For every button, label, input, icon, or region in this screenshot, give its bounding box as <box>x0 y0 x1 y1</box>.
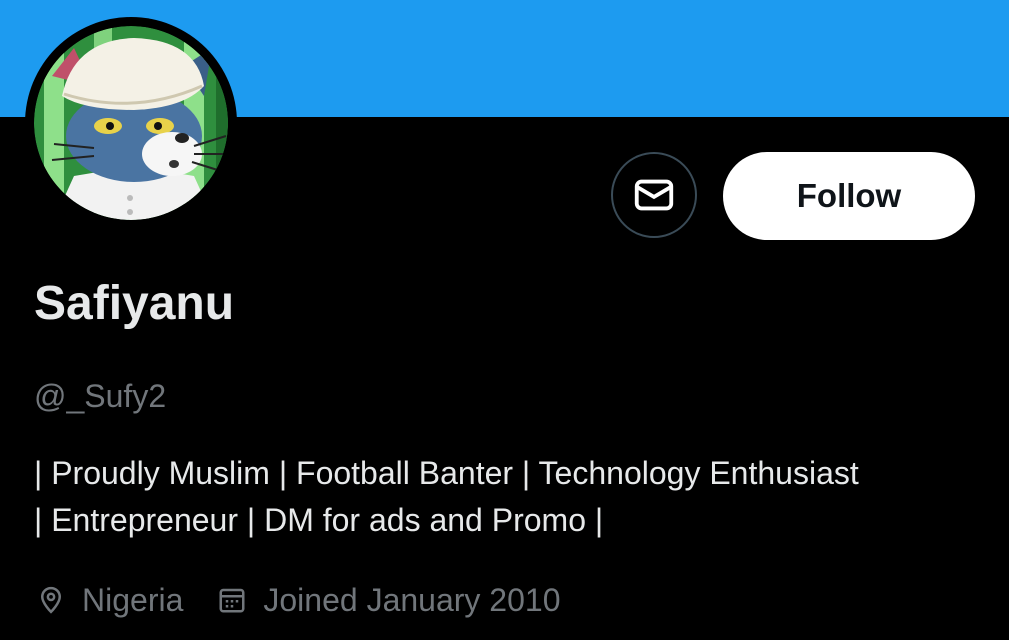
message-button[interactable] <box>611 152 697 238</box>
profile-header: Follow Safiyanu @_Sufy2 | Proudly Muslim… <box>0 0 1009 640</box>
location-item: Nigeria <box>34 582 183 619</box>
bio-line: | Entrepreneur | DM for ads and Promo | <box>34 502 604 538</box>
bio-line: | Proudly Muslim | Football Banter | Tec… <box>34 455 859 491</box>
envelope-icon <box>634 179 674 211</box>
follow-button[interactable]: Follow <box>723 152 975 240</box>
avatar[interactable] <box>25 17 237 229</box>
profile-meta: Nigeria Joined January 2010 <box>34 578 592 622</box>
location-pin-icon <box>34 583 68 617</box>
bio: | Proudly Muslim | Football Banter | Tec… <box>34 450 984 544</box>
joined-item: Joined January 2010 <box>215 582 560 619</box>
display-name: Safiyanu <box>34 277 235 330</box>
avatar-image <box>34 26 228 220</box>
joined-text: Joined January 2010 <box>263 581 561 618</box>
calendar-icon <box>215 583 249 617</box>
handle: @_Sufy2 <box>34 378 167 414</box>
location-text: Nigeria <box>82 581 184 618</box>
